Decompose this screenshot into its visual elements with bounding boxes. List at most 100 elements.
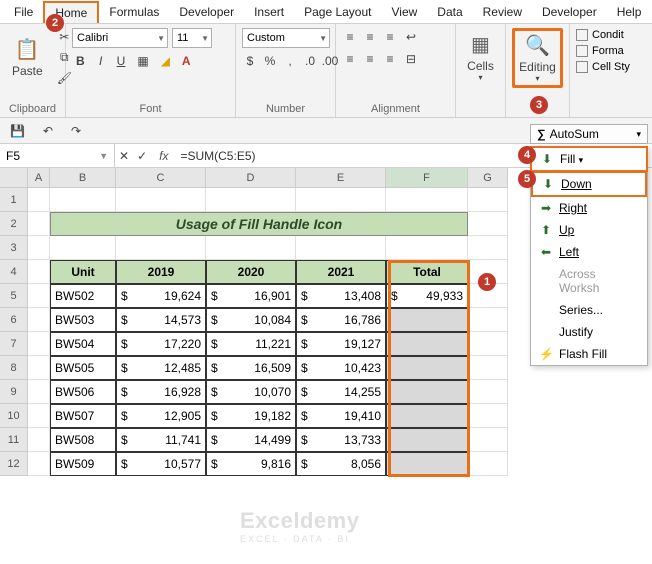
enter-formula-button[interactable]: ✓ — [133, 147, 151, 165]
underline-button[interactable]: U — [113, 52, 130, 70]
cell[interactable] — [468, 236, 508, 260]
cell[interactable] — [28, 332, 50, 356]
tab-insert[interactable]: Insert — [244, 2, 294, 22]
cell[interactable]: BW502 — [50, 284, 116, 308]
col-header-C[interactable]: C — [116, 168, 206, 188]
col-header-D[interactable]: D — [206, 168, 296, 188]
cell[interactable] — [468, 308, 508, 332]
redo-button[interactable]: ↷ — [67, 122, 85, 140]
select-all-corner[interactable] — [0, 168, 28, 188]
cell[interactable]: $10,070 — [206, 380, 296, 404]
cell[interactable] — [386, 380, 468, 404]
italic-button[interactable]: I — [93, 52, 109, 70]
border-button[interactable]: ▦ — [133, 52, 152, 70]
tab-developer[interactable]: Developer — [169, 2, 244, 22]
cell[interactable] — [468, 428, 508, 452]
cell[interactable] — [28, 284, 50, 308]
cell[interactable] — [116, 188, 206, 212]
cell[interactable] — [468, 212, 508, 236]
row-header[interactable]: 5 — [0, 284, 28, 308]
align-middle-button[interactable]: ≡ — [362, 28, 378, 46]
align-center-button[interactable]: ≡ — [362, 50, 378, 68]
cell[interactable]: BW503 — [50, 308, 116, 332]
cell[interactable] — [296, 236, 386, 260]
cell[interactable]: $16,901 — [206, 284, 296, 308]
cell[interactable] — [28, 260, 50, 284]
merge-button[interactable]: ⊟ — [402, 50, 420, 68]
cell[interactable] — [386, 308, 468, 332]
row-header[interactable]: 11 — [0, 428, 28, 452]
cell[interactable]: $14,499 — [206, 428, 296, 452]
cell[interactable]: BW504 — [50, 332, 116, 356]
fill-flash-item[interactable]: ⚡Flash Fill — [531, 343, 647, 365]
editing-button[interactable]: 🔍 Editing ▾ — [512, 28, 563, 88]
row-header[interactable]: 2 — [0, 212, 28, 236]
fill-justify-item[interactable]: Justify — [531, 321, 647, 343]
cell[interactable] — [116, 236, 206, 260]
cell[interactable]: $16,928 — [116, 380, 206, 404]
tab-help[interactable]: Help — [607, 2, 652, 22]
fill-color-button[interactable]: ◢ — [157, 52, 174, 70]
fill-series-item[interactable]: Series... — [531, 299, 647, 321]
col-header-B[interactable]: B — [50, 168, 116, 188]
cell[interactable] — [50, 236, 116, 260]
cell[interactable] — [28, 212, 50, 236]
cell[interactable] — [28, 356, 50, 380]
cell[interactable]: BW505 — [50, 356, 116, 380]
fill-left-item[interactable]: ⬅Left — [531, 241, 647, 263]
cell[interactable] — [50, 188, 116, 212]
align-top-button[interactable]: ≡ — [342, 28, 358, 46]
cell[interactable] — [296, 188, 386, 212]
cell[interactable] — [206, 188, 296, 212]
increase-decimal-button[interactable]: .0 — [302, 52, 318, 70]
row-header[interactable]: 7 — [0, 332, 28, 356]
comma-button[interactable]: , — [282, 52, 298, 70]
row-header[interactable]: 10 — [0, 404, 28, 428]
cell[interactable] — [28, 428, 50, 452]
cancel-formula-button[interactable]: ✕ — [115, 147, 133, 165]
cell[interactable] — [386, 452, 468, 476]
cell[interactable] — [28, 236, 50, 260]
row-header[interactable]: 8 — [0, 356, 28, 380]
wrap-text-button[interactable]: ↩ — [402, 28, 420, 46]
cell[interactable] — [386, 428, 468, 452]
row-header[interactable]: 12 — [0, 452, 28, 476]
col-header-F[interactable]: F — [386, 168, 468, 188]
cell[interactable]: $10,084 — [206, 308, 296, 332]
fill-menu-header[interactable]: ⬇Fill ▾ — [530, 146, 648, 172]
row-header[interactable]: 1 — [0, 188, 28, 212]
tab-developer2[interactable]: Developer — [532, 2, 607, 22]
col-header-G[interactable]: G — [468, 168, 508, 188]
cell[interactable]: $17,220 — [116, 332, 206, 356]
fill-down-item[interactable]: ⬇Down — [531, 171, 647, 197]
cell[interactable] — [386, 188, 468, 212]
cell[interactable]: BW506 — [50, 380, 116, 404]
cell[interactable]: $8,056 — [296, 452, 386, 476]
cell[interactable]: Total — [386, 260, 468, 284]
cell[interactable]: Unit — [50, 260, 116, 284]
cell[interactable]: 2020 — [206, 260, 296, 284]
cell[interactable]: BW508 — [50, 428, 116, 452]
cell[interactable] — [468, 404, 508, 428]
cell[interactable]: $10,577 — [116, 452, 206, 476]
align-bottom-button[interactable]: ≡ — [382, 28, 398, 46]
paste-button[interactable]: 📋 Paste — [6, 33, 49, 82]
cell[interactable] — [386, 332, 468, 356]
cell[interactable] — [28, 452, 50, 476]
name-box[interactable]: F5 ▼ — [0, 144, 115, 167]
cell[interactable] — [386, 356, 468, 380]
cell[interactable]: $19,127 — [296, 332, 386, 356]
row-header[interactable]: 6 — [0, 308, 28, 332]
font-name-combo[interactable]: Calibri▼ — [72, 28, 168, 48]
cell[interactable]: $12,485 — [116, 356, 206, 380]
align-left-button[interactable]: ≡ — [342, 50, 358, 68]
row-header[interactable]: 3 — [0, 236, 28, 260]
tab-file[interactable]: File — [4, 2, 43, 22]
cell[interactable]: $10,423 — [296, 356, 386, 380]
cell[interactable]: $11,221 — [206, 332, 296, 356]
row-header[interactable]: 4 — [0, 260, 28, 284]
cell[interactable]: $13,733 — [296, 428, 386, 452]
tab-review[interactable]: Review — [473, 2, 532, 22]
font-size-combo[interactable]: 11▼ — [172, 28, 212, 48]
autosum-item[interactable]: ∑ AutoSum ▾ — [530, 124, 648, 144]
